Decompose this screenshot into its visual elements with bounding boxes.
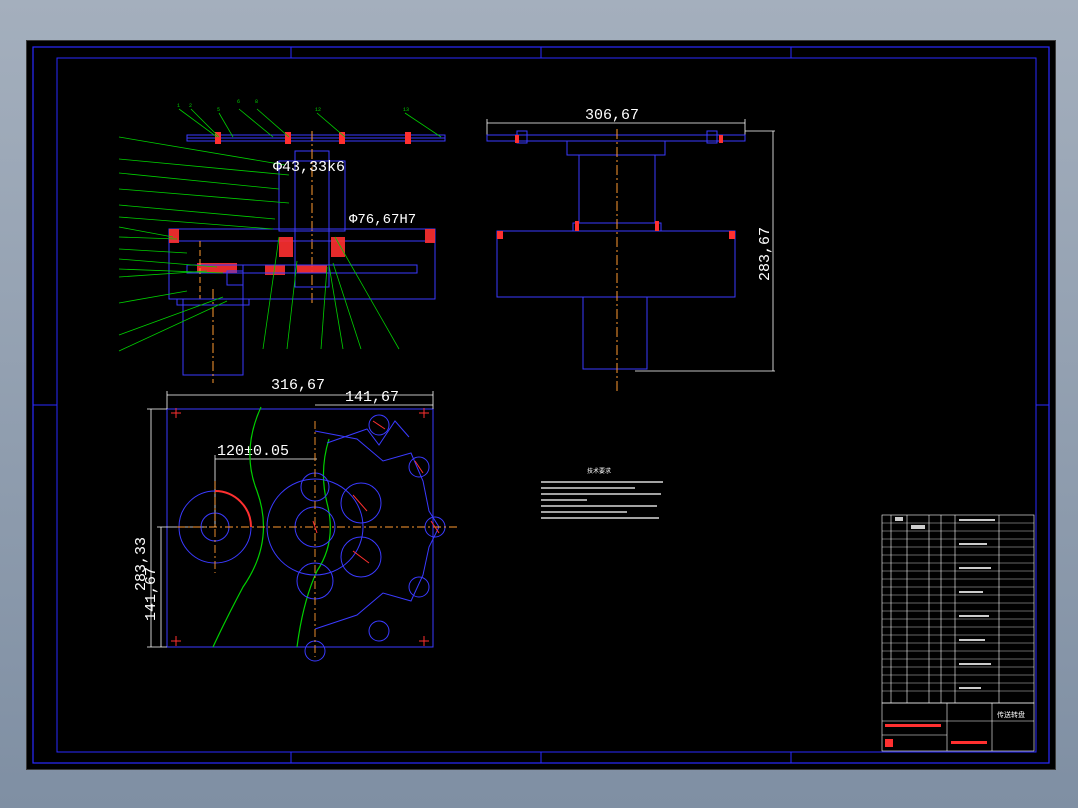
side-view: 306,67 283,67 — [486, 107, 775, 393]
svg-text:13: 13 — [403, 107, 409, 113]
outer-frame — [32, 46, 1050, 764]
side-width-dim: 306,67 — [585, 107, 639, 124]
drawing-name: 传送转盘 — [997, 710, 1025, 720]
housing-hatching — [169, 229, 435, 275]
notes-heading: 技术要求 — [587, 467, 611, 475]
technical-notes: 技术要求 — [541, 467, 663, 519]
plan-half-height-dim: 141,67 — [143, 567, 160, 621]
svg-text:12: 12 — [315, 107, 321, 113]
side-height-dim: 283,67 — [757, 227, 774, 281]
svg-text:5: 5 — [217, 107, 220, 113]
title-block-red-marks — [885, 724, 987, 747]
plan-width-dim: 316,67 — [271, 377, 325, 394]
center-distance-dim: 120±0.05 — [217, 443, 289, 460]
svg-text:6: 6 — [237, 99, 240, 105]
inner-frame — [56, 57, 1037, 753]
plan-view: 316,67 141,67 120±0.05 283,33 141,67 — [133, 377, 457, 662]
plan-half-width-dim: 141,67 — [345, 389, 399, 406]
drawing-canvas: 125 6 8 12 13 Φ43,33k6 Φ76,67H7 306,67 2… — [26, 40, 1056, 770]
svg-text:2: 2 — [189, 103, 192, 109]
top-diameter-dim: Φ43,33k6 — [273, 159, 345, 176]
plan-housing-outline — [166, 408, 434, 648]
mid-diameter-dim: Φ76,67H7 — [349, 212, 416, 228]
part-leader-lines — [118, 108, 442, 352]
svg-text:8: 8 — [255, 99, 258, 105]
cad-drawing: 1 25 6 812 13 Φ43,33k6 Φ76,67H7 306,67 2… — [32, 46, 1050, 764]
svg-text:1: 1 — [177, 103, 180, 109]
parts-list-rows — [882, 522, 1034, 692]
frame-ticks — [33, 47, 1049, 763]
front-section-view: 1 25 6 812 13 Φ43,33k6 Φ76,67H7 — [118, 99, 446, 383]
star-wheel — [266, 420, 440, 630]
